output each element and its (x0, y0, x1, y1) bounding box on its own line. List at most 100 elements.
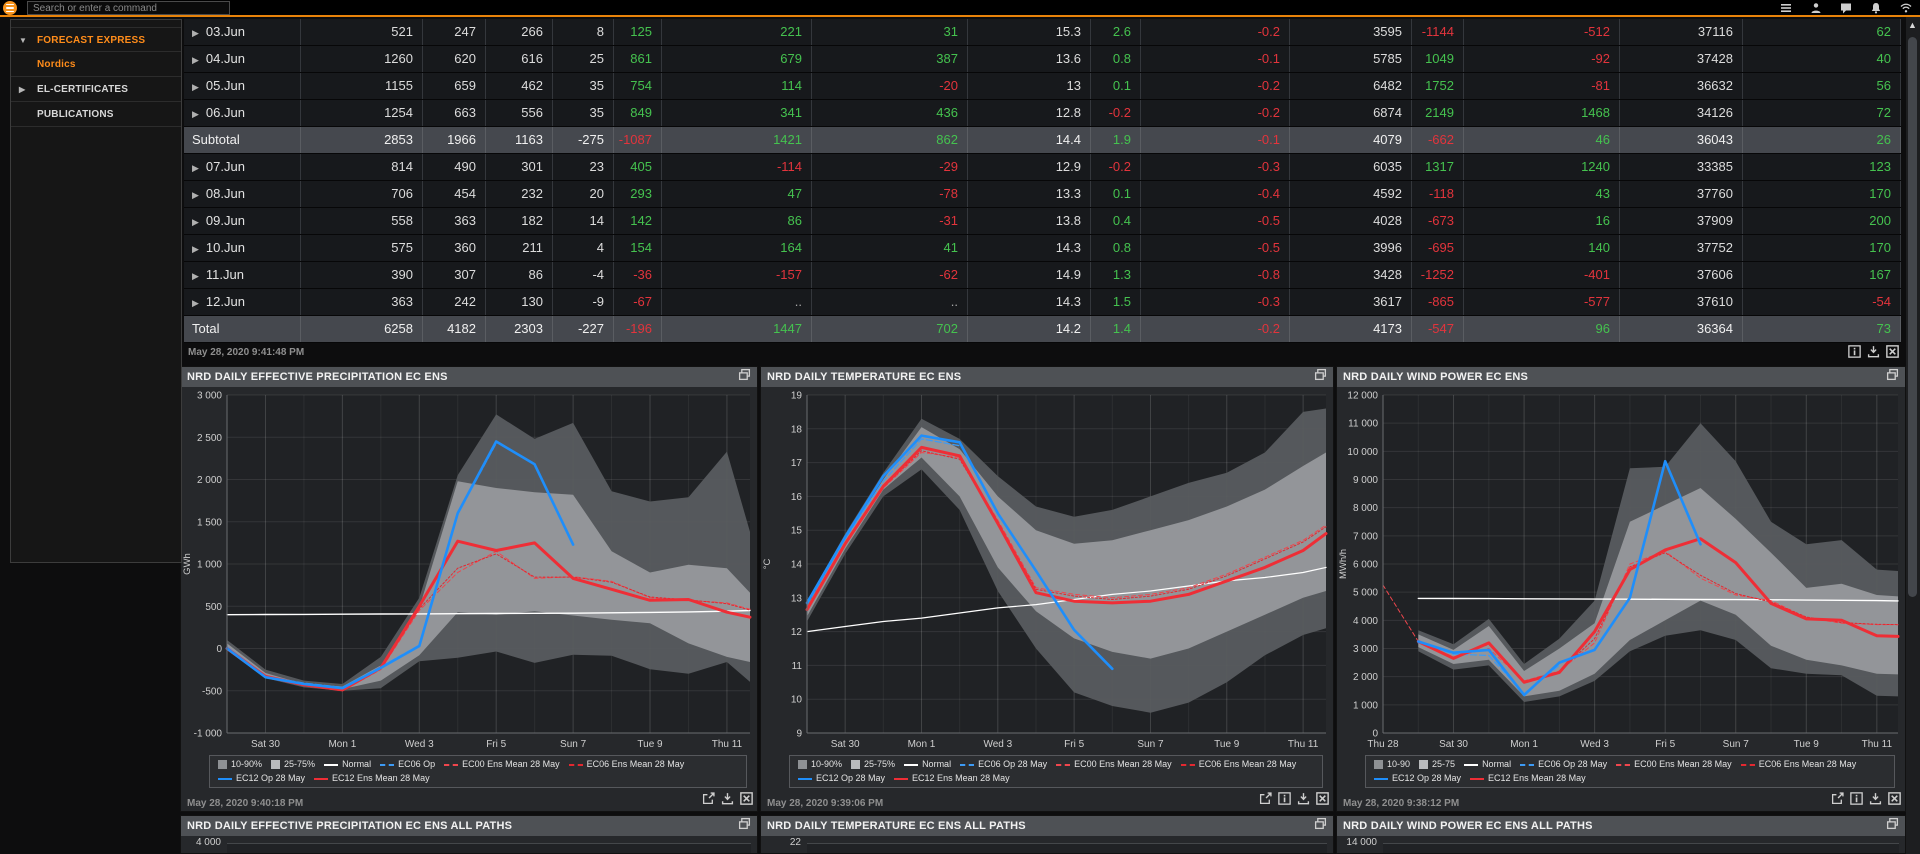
table-cell: 4079 (1290, 127, 1412, 153)
expand-icon[interactable]: ▶ (192, 271, 199, 281)
svg-text:Tue 9: Tue 9 (1794, 739, 1820, 750)
table-cell: 56 (1743, 73, 1901, 99)
table-cell: -662 (1412, 127, 1464, 153)
scroll-up-icon[interactable]: ▲ (1908, 20, 1917, 30)
info-icon[interactable] (1278, 792, 1291, 810)
table-cell: -67 (614, 289, 662, 315)
table-cell: 15.3 (968, 19, 1091, 45)
row-label-cell[interactable]: Subtotal (184, 127, 301, 153)
table-cell: 2303 (486, 316, 553, 342)
download-icon[interactable] (1869, 792, 1882, 810)
expand-icon[interactable]: ▶ (192, 55, 199, 65)
table-cell: 36043 (1620, 127, 1743, 153)
download-icon[interactable] (721, 792, 734, 810)
scrollbar-thumb[interactable] (1908, 37, 1917, 597)
expand-icon[interactable]: ▶ (192, 109, 199, 119)
vertical-scrollbar[interactable]: ▲ (1906, 17, 1920, 854)
table-cell: 12.8 (968, 100, 1091, 126)
legend-item: EC00 Ens Mean 28 May (444, 758, 560, 771)
sidebar-item-nordics[interactable]: Nordics (11, 52, 181, 77)
table-cell: 360 (423, 235, 486, 261)
dashboard: ▼FORECAST EXPRESSNordics▶EL-CERTIFICATES… (0, 0, 1920, 854)
svg-text:Thu 11: Thu 11 (1288, 739, 1319, 750)
row-label-cell[interactable]: ▶12.Jun (184, 289, 301, 315)
row-label-cell[interactable]: ▶04.Jun (184, 46, 301, 72)
svg-text:Sun 7: Sun 7 (560, 739, 587, 750)
table-cell: -0.2 (1091, 100, 1141, 126)
expand-icon[interactable]: ▶ (192, 28, 199, 38)
wifi-icon[interactable] (1900, 2, 1912, 14)
info-icon[interactable] (1850, 792, 1863, 810)
table-cell: 521 (301, 19, 423, 45)
row-label-cell[interactable]: ▶07.Jun (184, 154, 301, 180)
info-icon[interactable] (1848, 345, 1861, 363)
expand-icon[interactable]: ▶ (192, 190, 199, 200)
legend-item: 10-90% (218, 758, 262, 771)
row-label-cell[interactable]: ▶08.Jun (184, 181, 301, 207)
svg-text:Fri 5: Fri 5 (1064, 739, 1084, 750)
table-cell: -118 (1412, 181, 1464, 207)
table-cell: 0.1 (1091, 181, 1141, 207)
sidebar-item-forecast-express[interactable]: ▼FORECAST EXPRESS (11, 27, 181, 52)
expand-icon[interactable]: ▶ (192, 217, 199, 227)
table-cell: 4028 (1290, 208, 1412, 234)
table-cell: 1.4 (1091, 316, 1141, 342)
chat-icon[interactable] (1840, 2, 1852, 14)
svg-text:GWh: GWh (182, 553, 193, 575)
sidebar-item-publications[interactable]: PUBLICATIONS (11, 102, 181, 127)
table-cell: 37760 (1620, 181, 1743, 207)
table-cell: 1966 (423, 127, 486, 153)
export-icon[interactable] (702, 792, 715, 810)
export-icon[interactable] (1259, 792, 1272, 810)
download-icon[interactable] (1867, 345, 1880, 363)
table-row: ▶08.Jun7064542322029347-7813.30.1-0.4459… (184, 181, 1901, 208)
svg-text:Sun 7: Sun 7 (1137, 739, 1164, 750)
popup-window-icon[interactable] (738, 368, 751, 386)
expand-icon[interactable]: ▶ (192, 82, 199, 92)
table-cell: -0.5 (1141, 208, 1290, 234)
row-label-cell[interactable]: Total (184, 316, 301, 342)
table-row: ▶05.Jun115565946235754114-20130.1-0.2648… (184, 73, 1901, 100)
table-cell: 13 (968, 73, 1091, 99)
popup-window-icon[interactable] (738, 817, 751, 835)
sidebar-item-el-certificates[interactable]: ▶EL-CERTIFICATES (11, 77, 181, 102)
close-icon[interactable] (1316, 792, 1329, 810)
popup-window-icon[interactable] (1314, 368, 1327, 386)
table-cell: 36364 (1620, 316, 1743, 342)
table-cell: -577 (1464, 289, 1620, 315)
export-icon[interactable] (1831, 792, 1844, 810)
table-cell: 454 (423, 181, 486, 207)
search-input[interactable] (27, 1, 230, 15)
close-icon[interactable] (740, 792, 753, 810)
bell-icon[interactable] (1870, 2, 1882, 14)
row-label-cell[interactable]: ▶03.Jun (184, 19, 301, 45)
svg-text:13: 13 (791, 593, 803, 604)
menu-icon[interactable] (1780, 2, 1792, 14)
table-cell: -0.2 (1091, 154, 1141, 180)
app-logo-icon[interactable] (3, 1, 17, 15)
y-axis-tick: 4 000 (181, 837, 221, 848)
download-icon[interactable] (1297, 792, 1310, 810)
table-cell: 556 (486, 100, 553, 126)
close-icon[interactable] (1886, 345, 1899, 363)
close-icon[interactable] (1888, 792, 1901, 810)
table-cell: 36632 (1620, 73, 1743, 99)
row-label-cell[interactable]: ▶11.Jun (184, 262, 301, 288)
popup-window-icon[interactable] (1886, 368, 1899, 386)
table-cell: 861 (614, 46, 662, 72)
popup-window-icon[interactable] (1314, 817, 1327, 835)
row-label-cell[interactable]: ▶06.Jun (184, 100, 301, 126)
table-cell: 43 (1464, 181, 1620, 207)
expand-icon[interactable]: ▶ (192, 244, 199, 254)
expand-icon[interactable]: ▶ (192, 163, 199, 173)
table-cell: 37909 (1620, 208, 1743, 234)
row-label-cell[interactable]: ▶09.Jun (184, 208, 301, 234)
expand-icon[interactable]: ▶ (192, 298, 199, 308)
row-label-cell[interactable]: ▶10.Jun (184, 235, 301, 261)
legend-item: Normal (904, 758, 951, 771)
person-icon[interactable] (1810, 2, 1822, 14)
svg-text:Fri 5: Fri 5 (486, 739, 506, 750)
popup-window-icon[interactable] (1886, 817, 1899, 835)
svg-text:1 000: 1 000 (1353, 700, 1378, 711)
row-label-cell[interactable]: ▶05.Jun (184, 73, 301, 99)
